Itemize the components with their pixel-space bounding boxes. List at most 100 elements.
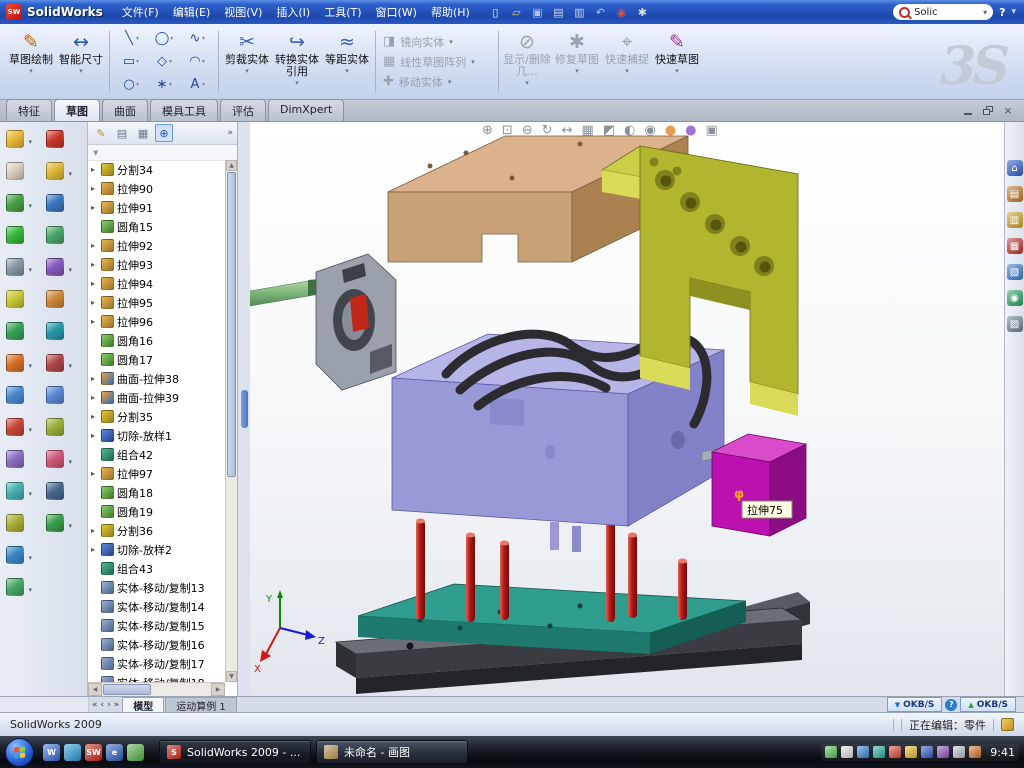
tree-horizontal-scrollbar[interactable]: ◀ ▶ bbox=[88, 682, 225, 696]
commandmanager-tab[interactable]: 草图 bbox=[54, 99, 100, 121]
zoom-fit-icon[interactable]: ⊕ bbox=[482, 123, 493, 138]
search-dropdown-icon[interactable]: ▾ bbox=[983, 8, 987, 17]
model-tab-nav-button[interactable]: » bbox=[114, 700, 120, 710]
repair-sketch-button[interactable]: ✱ 修复草图 ▾ bbox=[552, 27, 602, 96]
tree-item[interactable]: ▸ 分割34 bbox=[88, 160, 225, 179]
scroll-left-icon[interactable]: ◀ bbox=[88, 683, 102, 696]
convert-entities-button[interactable]: ↪ 转换实体引用 ▾ bbox=[272, 27, 322, 96]
graphics-area[interactable]: φ 拉伸75 Y Z X bbox=[250, 122, 1004, 696]
text-tool[interactable]: A ▾ bbox=[181, 74, 213, 96]
dropdown-icon[interactable]: ▾ bbox=[28, 426, 32, 434]
taskbar-app-button[interactable]: 未命名 - 画图 bbox=[316, 740, 468, 764]
model-tab-nav-button[interactable]: « bbox=[92, 700, 98, 710]
tool-dropdown-icon[interactable]: ▾ bbox=[170, 35, 173, 42]
expand-arrow-icon[interactable]: ▸ bbox=[91, 184, 98, 193]
polygon-tool[interactable]: ◇ ▾ bbox=[148, 51, 180, 73]
document-restore-button[interactable] bbox=[982, 105, 994, 117]
commandmanager-tab[interactable]: 评估 bbox=[220, 99, 266, 121]
command-dropdown-icon[interactable]: ▾ bbox=[575, 67, 579, 75]
model-tab-nav-button[interactable]: ‹ bbox=[101, 700, 105, 710]
dropdown-icon[interactable]: ▾ bbox=[28, 362, 32, 370]
left-toolbar-icon[interactable]: ▾ bbox=[46, 226, 64, 244]
tree-item[interactable]: ▸ 圆角16 bbox=[88, 331, 225, 350]
custom-properties-icon[interactable]: ▨ bbox=[1007, 316, 1023, 332]
dropdown-icon[interactable]: ▾ bbox=[28, 490, 32, 498]
configurationmanager-tab-icon[interactable]: ▦ bbox=[134, 124, 152, 142]
scroll-thumb[interactable] bbox=[227, 172, 236, 477]
expand-arrow-icon[interactable]: ▸ bbox=[91, 412, 98, 421]
file-explorer-icon[interactable]: ▥ bbox=[1007, 212, 1023, 228]
tool-dropdown-icon[interactable]: ▾ bbox=[136, 58, 139, 65]
scroll-down-icon[interactable]: ▼ bbox=[226, 671, 237, 682]
apply-scene-icon[interactable]: ● bbox=[685, 123, 696, 138]
command-dropdown-icon[interactable]: ▾ bbox=[79, 67, 83, 75]
zoom-area-icon[interactable]: ⊡ bbox=[502, 123, 513, 138]
splitter-handle[interactable] bbox=[241, 390, 248, 428]
spline-tool[interactable]: ∿ ▾ bbox=[181, 28, 213, 50]
left-toolbar-icon[interactable]: ▾ bbox=[6, 546, 24, 564]
commandmanager-tab[interactable]: 特征 bbox=[6, 99, 52, 121]
netmeter-help-icon[interactable]: ? bbox=[945, 699, 957, 711]
left-toolbar-icon[interactable]: ▾ bbox=[6, 130, 24, 148]
left-toolbar-icon[interactable]: ▾ bbox=[6, 162, 24, 180]
dropdown-icon[interactable]: ▾ bbox=[28, 554, 32, 562]
quicklaunch-icon-3[interactable]: SW bbox=[85, 744, 102, 761]
left-toolbar-icon[interactable]: ▾ bbox=[46, 418, 64, 436]
expand-arrow-icon[interactable]: ▸ bbox=[91, 545, 98, 554]
expand-arrow-icon[interactable]: ▸ bbox=[91, 279, 98, 288]
panel-splitter[interactable] bbox=[238, 122, 250, 696]
menu-item[interactable]: 帮助(H) bbox=[424, 1, 477, 23]
command-dropdown-icon[interactable]: ▾ bbox=[448, 78, 452, 86]
view-palette-icon[interactable]: ▧ bbox=[1007, 264, 1023, 280]
smart-dimension-button[interactable]: ↔ 智能尺寸 ▾ bbox=[56, 27, 106, 96]
tool-dropdown-icon[interactable]: ▾ bbox=[202, 58, 205, 65]
rebuild-icon[interactable]: ◉ bbox=[613, 4, 630, 20]
left-toolbar-icon[interactable]: ▾ bbox=[6, 578, 24, 596]
home-icon[interactable]: ⌂ bbox=[1007, 160, 1023, 176]
print-preview-icon[interactable]: ▥ bbox=[571, 4, 588, 20]
tray-icon[interactable] bbox=[969, 746, 981, 758]
left-toolbar-icon[interactable]: ▾ bbox=[6, 322, 24, 340]
tray-icon[interactable] bbox=[873, 746, 885, 758]
hide-show-icon[interactable]: ◉ bbox=[644, 123, 655, 138]
document-view-tab[interactable]: 运动算例 1 bbox=[165, 697, 237, 712]
tray-icon[interactable] bbox=[953, 746, 965, 758]
dropdown-icon[interactable]: ▾ bbox=[68, 362, 72, 370]
command-dropdown-icon[interactable]: ▾ bbox=[525, 79, 529, 87]
help-button[interactable]: ? bbox=[999, 6, 1005, 19]
dimxpertmanager-tab-icon[interactable]: ⊕ bbox=[155, 124, 173, 142]
options-icon[interactable]: ✱ bbox=[634, 4, 651, 20]
taskbar-app-button[interactable]: S SolidWorks 2009 - ... bbox=[159, 740, 311, 764]
left-toolbar-icon[interactable]: ▾ bbox=[46, 322, 64, 340]
rectangle-tool[interactable]: ▭ ▾ bbox=[115, 51, 147, 73]
document-minimize-button[interactable] bbox=[962, 105, 974, 117]
tree-item[interactable]: ▸ 分割36 bbox=[88, 521, 225, 540]
expand-arrow-icon[interactable]: ▸ bbox=[91, 317, 98, 326]
search-input[interactable]: Solic bbox=[914, 7, 979, 18]
left-toolbar-icon[interactable]: ▾ bbox=[6, 450, 24, 468]
support-pegs[interactable] bbox=[550, 522, 581, 552]
dropdown-icon[interactable]: ▾ bbox=[68, 170, 72, 178]
tool-dropdown-icon[interactable]: ▾ bbox=[202, 81, 205, 88]
tray-icon[interactable] bbox=[921, 746, 933, 758]
tool-dropdown-icon[interactable]: ▾ bbox=[136, 81, 139, 88]
save-icon[interactable]: ▣ bbox=[529, 4, 546, 20]
offset-entities-button[interactable]: ≈ 等距实体 ▾ bbox=[322, 27, 372, 96]
expand-arrow-icon[interactable]: ▸ bbox=[91, 203, 98, 212]
command-dropdown-icon[interactable]: ▾ bbox=[449, 38, 453, 46]
tree-item[interactable]: ▸ 切除-放样1 bbox=[88, 426, 225, 445]
expand-arrow-icon[interactable]: ▸ bbox=[91, 241, 98, 250]
slide-unit[interactable] bbox=[316, 254, 396, 390]
tray-icon[interactable] bbox=[937, 746, 949, 758]
propertymanager-tab-icon[interactable]: ▤ bbox=[113, 124, 131, 142]
quicklaunch-icon-5[interactable] bbox=[127, 744, 144, 761]
expand-arrow-icon[interactable]: ▸ bbox=[91, 260, 98, 269]
expand-arrow-icon[interactable]: ▸ bbox=[91, 469, 98, 478]
command-dropdown-icon[interactable]: ▾ bbox=[29, 67, 33, 75]
tree-item[interactable]: ▸ 组合43 bbox=[88, 559, 225, 578]
left-toolbar-icon[interactable]: ▾ bbox=[46, 130, 64, 148]
search-box[interactable]: Solic ▾ bbox=[893, 4, 993, 20]
dropdown-icon[interactable]: ▾ bbox=[28, 202, 32, 210]
left-toolbar-icon[interactable]: ▾ bbox=[6, 290, 24, 308]
tray-icon[interactable] bbox=[841, 746, 853, 758]
